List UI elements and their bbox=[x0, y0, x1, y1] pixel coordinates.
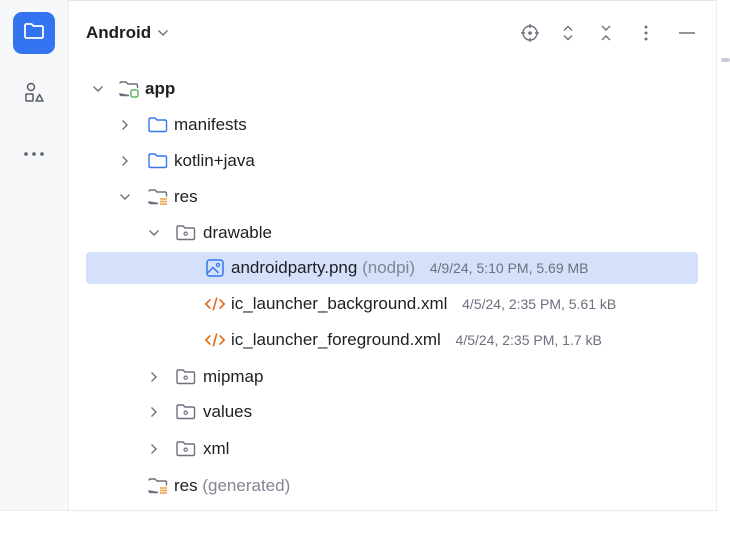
resource-folder-icon bbox=[147, 187, 169, 207]
minimize-icon[interactable] bbox=[675, 21, 699, 45]
image-file-icon bbox=[204, 258, 226, 278]
tree-node-label: mipmap bbox=[203, 367, 264, 386]
panel-title: Android bbox=[86, 23, 152, 42]
file-label-line: androidparty.png (nodpi) 4/9/24, 5:10 PM… bbox=[231, 258, 589, 278]
tree-node-label: xml bbox=[203, 439, 230, 458]
tree-node-label: kotlin+java bbox=[174, 151, 255, 170]
tree-node-res-generated[interactable]: res (generated) bbox=[86, 470, 698, 502]
more-tools-icon bbox=[22, 145, 46, 163]
file-metadata: 4/5/24, 2:35 PM, 1.7 kB bbox=[455, 332, 602, 348]
tree-node-values[interactable]: values bbox=[86, 396, 698, 428]
locate-icon[interactable] bbox=[518, 21, 542, 45]
tree-node-label: values bbox=[203, 402, 253, 421]
file-name: ic_launcher_foreground.xml bbox=[231, 330, 441, 349]
tree-node-label: drawable bbox=[203, 223, 272, 242]
folder-icon bbox=[175, 402, 197, 422]
tree-node-label: res bbox=[174, 476, 198, 495]
tree-node-app[interactable]: app bbox=[86, 73, 698, 105]
tree-node-manifests[interactable]: manifests bbox=[86, 109, 698, 141]
tree-node-mipmap[interactable]: mipmap bbox=[86, 361, 698, 393]
xml-file-icon bbox=[204, 330, 226, 350]
file-label-line: res (generated) bbox=[174, 476, 290, 496]
structure-icon bbox=[22, 80, 46, 109]
chevron-right-icon[interactable] bbox=[118, 154, 132, 168]
file-name: ic_launcher_background.xml bbox=[231, 294, 448, 313]
folder-icon bbox=[147, 151, 169, 171]
top-border bbox=[0, 0, 716, 1]
chevron-right-icon[interactable] bbox=[118, 118, 132, 132]
project-view-selector[interactable]: Android bbox=[86, 20, 169, 46]
chevron-right-icon[interactable] bbox=[147, 442, 161, 456]
file-metadata: 4/5/24, 2:35 PM, 5.61 kB bbox=[462, 296, 617, 312]
file-label-line: ic_launcher_background.xml 4/5/24, 2:35 … bbox=[231, 294, 616, 314]
tree-node-ic-launcher-foreground[interactable]: ic_launcher_foreground.xml 4/5/24, 2:35 … bbox=[86, 324, 698, 356]
chevron-down-icon[interactable] bbox=[91, 82, 105, 96]
file-label-line: ic_launcher_foreground.xml 4/5/24, 2:35 … bbox=[231, 330, 602, 350]
project-folder-icon bbox=[23, 21, 45, 46]
panel-right-border bbox=[716, 0, 717, 510]
tree-node-androidparty-png[interactable]: androidparty.png (nodpi) 4/9/24, 5:10 PM… bbox=[86, 252, 698, 284]
module-folder-icon bbox=[118, 79, 140, 99]
tree-node-label: res bbox=[174, 187, 198, 206]
chevron-right-icon[interactable] bbox=[147, 370, 161, 384]
density-qualifier: (nodpi) bbox=[362, 258, 415, 277]
file-name: androidparty.png bbox=[231, 258, 358, 277]
file-metadata: 4/9/24, 5:10 PM, 5.69 MB bbox=[429, 260, 589, 276]
tree-node-drawable[interactable]: drawable bbox=[86, 217, 698, 249]
tree-node-label: app bbox=[145, 79, 176, 98]
chevron-down-icon[interactable] bbox=[147, 226, 161, 240]
tree-node-ic-launcher-background[interactable]: ic_launcher_background.xml 4/5/24, 2:35 … bbox=[86, 288, 698, 320]
tool-window-strip bbox=[0, 0, 69, 510]
structure-tool-button[interactable] bbox=[13, 73, 55, 115]
collapse-all-icon[interactable] bbox=[594, 21, 618, 45]
panel-bottom-border bbox=[0, 510, 717, 511]
more-tools-button[interactable] bbox=[13, 133, 55, 175]
tree-node-xml[interactable]: xml bbox=[86, 433, 698, 465]
folder-icon bbox=[147, 115, 169, 135]
project-tool-button[interactable] bbox=[13, 12, 55, 54]
scrollbar-thumb[interactable] bbox=[721, 58, 730, 62]
more-options-icon[interactable] bbox=[634, 21, 658, 45]
folder-icon bbox=[175, 223, 197, 243]
chevron-down-icon[interactable] bbox=[118, 190, 132, 204]
resource-folder-icon bbox=[147, 476, 169, 496]
folder-icon bbox=[175, 367, 197, 387]
tree-node-kotlin-java[interactable]: kotlin+java bbox=[86, 145, 698, 177]
expand-all-icon[interactable] bbox=[556, 21, 580, 45]
xml-file-icon bbox=[204, 294, 226, 314]
chevron-down-icon bbox=[157, 29, 169, 37]
generated-suffix: (generated) bbox=[202, 476, 291, 495]
folder-icon bbox=[175, 439, 197, 459]
tree-node-res[interactable]: res bbox=[86, 181, 698, 213]
chevron-right-icon[interactable] bbox=[147, 405, 161, 419]
tree-node-label: manifests bbox=[174, 115, 247, 134]
